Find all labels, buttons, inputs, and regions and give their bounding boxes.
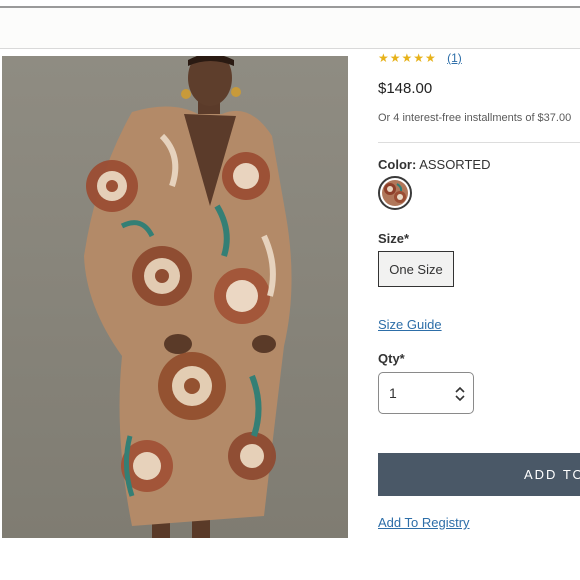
product-price: $148.00 bbox=[378, 80, 433, 97]
size-option-one-size[interactable]: One Size bbox=[378, 251, 454, 287]
divider bbox=[378, 142, 580, 143]
header-bar bbox=[0, 8, 580, 49]
swatch-pattern bbox=[382, 180, 408, 206]
quantity-label: Qty* bbox=[378, 351, 405, 366]
quantity-value: 1 bbox=[389, 385, 397, 401]
installments-text: Or 4 interest-free installments of $37.0… bbox=[378, 112, 572, 124]
size-label: Size* bbox=[378, 231, 410, 246]
add-to-bag-button[interactable]: ADD TO BAG bbox=[378, 453, 580, 496]
product-image[interactable] bbox=[2, 56, 348, 538]
add-to-registry-link[interactable]: Add To Registry bbox=[378, 515, 470, 530]
quantity-stepper[interactable]: 1 bbox=[378, 372, 474, 414]
product-details: ★★★★★ (1) $148.00 Or 4 interest-free ins… bbox=[378, 48, 580, 538]
size-guide-link[interactable]: Size Guide bbox=[378, 317, 442, 332]
color-label: Color: bbox=[378, 157, 417, 172]
color-selector-label: Color: ASSORTED bbox=[378, 157, 490, 172]
rating: ★★★★★ (1) bbox=[378, 51, 462, 65]
color-swatch-assorted[interactable] bbox=[378, 176, 412, 210]
star-icon: ★★★★★ bbox=[378, 51, 437, 65]
review-count-link[interactable]: (1) bbox=[447, 51, 462, 65]
color-value: ASSORTED bbox=[419, 157, 491, 172]
model-photo bbox=[2, 56, 348, 538]
chevron-up-down-icon[interactable] bbox=[454, 386, 466, 402]
